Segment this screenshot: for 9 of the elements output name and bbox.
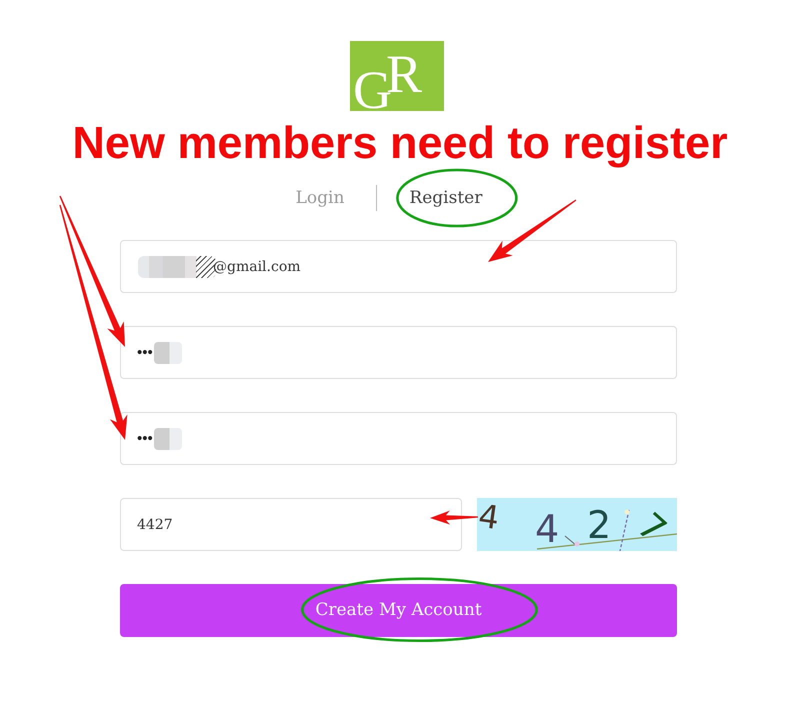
logo: GR	[350, 41, 444, 111]
password-field[interactable]: •••	[120, 412, 677, 465]
email-field[interactable]: @gmail.com	[120, 240, 677, 293]
captcha-field[interactable]: 4427	[120, 498, 462, 551]
headline: New members need to register	[72, 118, 728, 168]
create-account-button[interactable]: Create My Account	[120, 584, 677, 637]
captcha-image[interactable]: 4 4 2 7	[477, 498, 677, 551]
tab[interactable]: Register	[409, 183, 482, 213]
password-field[interactable]: •••	[120, 326, 677, 379]
